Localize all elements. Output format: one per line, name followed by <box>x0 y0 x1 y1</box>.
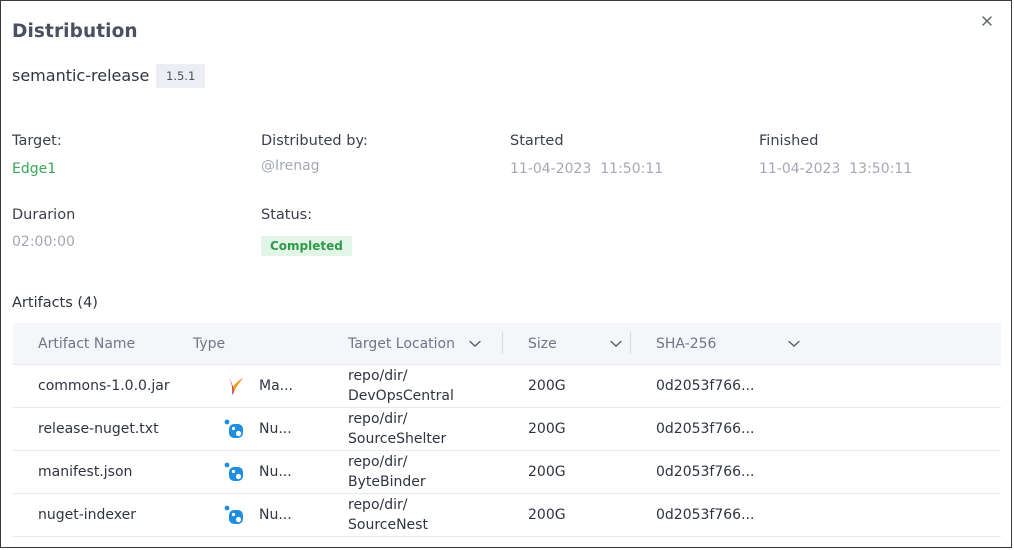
nuget-icon <box>224 462 243 481</box>
artifact-name: manifest.json <box>38 464 133 480</box>
artifacts-table: Artifact Name Type Target Location Size … <box>13 323 1001 537</box>
artifact-sha: 0d2053f766... <box>656 421 755 437</box>
artifact-name: nuget-indexer <box>38 507 137 523</box>
nuget-icon <box>224 505 243 524</box>
artifact-sha: 0d2053f766... <box>656 507 755 523</box>
started-value: 11-04-2023 11:50:11 <box>510 161 664 177</box>
artifact-name: release-nuget.txt <box>38 421 159 437</box>
target-location: repo/dir/ SourceNest <box>348 497 428 533</box>
column-header-name[interactable]: Artifact Name <box>38 323 135 364</box>
artifact-type: Nu... <box>259 464 292 480</box>
version-badge: 1.5.1 <box>156 64 206 88</box>
chevron-down-icon[interactable] <box>469 340 481 348</box>
status-label: Status: <box>261 207 313 223</box>
table-row[interactable]: manifest.json Nu... repo/dir/ ByteBinder… <box>13 451 1001 494</box>
chevron-down-icon[interactable] <box>610 340 622 348</box>
artifact-size: 200G <box>528 421 566 437</box>
target-location: repo/dir/ SourceShelter <box>348 411 447 447</box>
nuget-icon <box>224 419 243 438</box>
maven-feather-icon <box>228 377 243 395</box>
column-header-type[interactable]: Type <box>193 323 225 364</box>
artifact-type: Nu... <box>259 507 292 523</box>
distributed-by-label: Distributed by: <box>261 133 368 149</box>
column-header-sha[interactable]: SHA-256 <box>656 323 801 364</box>
target-label: Target: <box>12 133 62 149</box>
column-header-location[interactable]: Target Location <box>348 323 481 364</box>
finished-label: Finished <box>759 133 819 149</box>
artifact-size: 200G <box>528 507 566 523</box>
artifact-size: 200G <box>528 378 566 394</box>
artifact-size: 200G <box>528 464 566 480</box>
package-name: semantic-release <box>12 66 150 85</box>
distributed-by-value: @Irenag <box>261 158 320 174</box>
close-button[interactable] <box>977 11 997 31</box>
distribution-modal: Distribution semantic-release 1.5.1 Targ… <box>0 0 1012 548</box>
target-location: repo/dir/ DevOpsCentral <box>348 368 454 404</box>
table-row[interactable]: commons-1.0.0.jar Ma... repo/dir/ DevOps… <box>13 365 1001 408</box>
artifact-sha: 0d2053f766... <box>656 378 755 394</box>
table-header: Artifact Name Type Target Location Size … <box>13 323 1001 365</box>
table-row[interactable]: release-nuget.txt Nu... repo/dir/ Source… <box>13 408 1001 451</box>
target-value: Edge1 <box>12 161 57 177</box>
column-resize-handle[interactable] <box>502 332 503 354</box>
status-badge: Completed <box>261 236 352 256</box>
artifact-name: commons-1.0.0.jar <box>38 378 170 394</box>
finished-value: 11-04-2023 13:50:11 <box>759 161 913 177</box>
started-label: Started <box>510 133 564 149</box>
chevron-down-icon[interactable] <box>788 340 801 348</box>
column-header-size[interactable]: Size <box>528 323 622 364</box>
target-location: repo/dir/ ByteBinder <box>348 454 426 490</box>
duration-value: 02:00:00 <box>12 234 75 250</box>
column-resize-handle[interactable] <box>630 332 631 354</box>
artifact-sha: 0d2053f766... <box>656 464 755 480</box>
modal-title: Distribution <box>12 21 138 42</box>
close-icon <box>982 16 992 26</box>
artifact-type: Ma... <box>259 378 294 394</box>
table-row[interactable]: nuget-indexer Nu... repo/dir/ SourceNest… <box>13 494 1001 537</box>
artifact-type: Nu... <box>259 421 292 437</box>
duration-label: Durarion <box>12 207 76 223</box>
artifacts-title: Artifacts (4) <box>12 295 98 311</box>
